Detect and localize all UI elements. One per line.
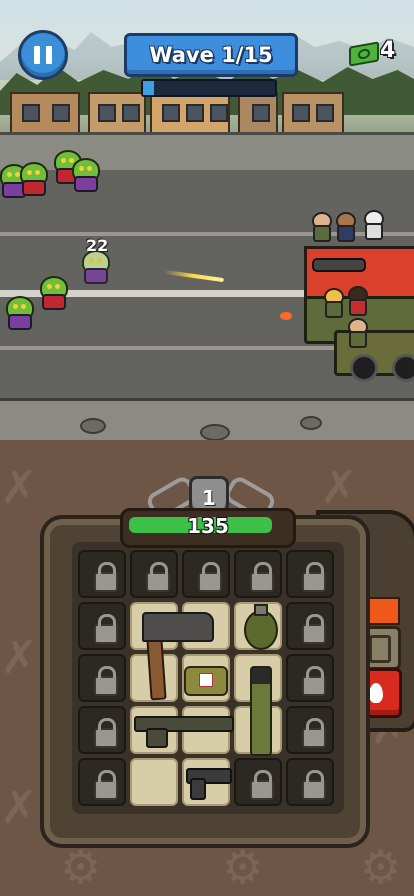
building: [10, 92, 80, 134]
wave-progress-bar: [141, 79, 277, 97]
building: [150, 92, 230, 134]
lock-icon: [302, 770, 326, 800]
zombie-enemy: [2, 296, 34, 330]
rock: [200, 424, 230, 440]
zombie-enemy: [68, 158, 100, 192]
inventory-slot[interactable]: [130, 758, 178, 806]
zombie-enemy: [36, 276, 68, 310]
axe-head: [142, 612, 214, 642]
locked-slot[interactable]: [286, 654, 334, 702]
gear-pattern-icon: ⚙: [360, 840, 402, 894]
locked-slot[interactable]: [286, 550, 334, 598]
wrench-pattern-icon: ✗: [0, 630, 39, 684]
lock-icon: [250, 562, 274, 592]
bus-stop: [282, 92, 344, 134]
rock: [300, 416, 322, 430]
soldier-ally: [362, 210, 384, 240]
gear-pattern-icon: ⚙: [222, 840, 264, 894]
locked-slot[interactable]: [234, 758, 282, 806]
wave-progress-fill: [143, 81, 154, 95]
wave-banner: Wave 1/15: [124, 33, 298, 77]
rocket-launcher-icon[interactable]: [250, 666, 272, 756]
fire-icon: [369, 683, 383, 703]
lock-icon: [94, 718, 118, 748]
lock-icon: [146, 562, 170, 592]
medical-cross-icon: [199, 673, 213, 687]
lock-icon: [94, 614, 118, 644]
damage-popup: 22: [86, 236, 109, 255]
rifle-grip: [146, 728, 168, 748]
building: [88, 92, 146, 134]
pause-button[interactable]: [18, 30, 68, 80]
locked-slot[interactable]: [234, 550, 282, 598]
wheel: [392, 354, 414, 382]
wrench-pattern-icon: ✗: [320, 460, 359, 514]
locked-slot[interactable]: [78, 654, 126, 702]
lock-icon: [302, 666, 326, 696]
lock-icon: [302, 614, 326, 644]
zombie-enemy: [16, 162, 48, 196]
locked-slot[interactable]: [130, 550, 178, 598]
soldier-ally: [346, 286, 368, 316]
lock-icon: [94, 562, 118, 592]
wrench-pattern-icon: ✗: [0, 460, 39, 514]
locked-slot[interactable]: [286, 758, 334, 806]
mounted-gun: [312, 258, 366, 272]
cash-count: 4: [380, 38, 396, 63]
rock: [80, 418, 106, 434]
grenade-pin: [254, 604, 268, 616]
lock-icon: [302, 562, 326, 592]
pause-icon-bar: [46, 46, 52, 64]
pistol-grip: [190, 778, 206, 800]
fuel-can-icon: [369, 635, 391, 663]
soldier-ally: [322, 288, 344, 318]
lock-icon: [94, 666, 118, 696]
lock-icon: [198, 562, 222, 592]
pause-icon: [34, 46, 40, 64]
locked-slot[interactable]: [286, 706, 334, 754]
lock-icon: [94, 770, 118, 800]
soldier-ally: [310, 212, 332, 242]
health-value: 135: [187, 514, 229, 538]
locked-slot[interactable]: [78, 550, 126, 598]
locked-slot[interactable]: [78, 758, 126, 806]
muzzle-flash: [280, 312, 292, 320]
lock-icon: [302, 718, 326, 748]
medkit-icon[interactable]: [184, 666, 228, 696]
locked-slot[interactable]: [78, 602, 126, 650]
grenade-icon[interactable]: [244, 610, 278, 650]
wrench-pattern-icon: ✗: [0, 780, 39, 834]
locked-slot[interactable]: [78, 706, 126, 754]
lock-icon: [250, 770, 274, 800]
soldier-ally: [346, 318, 368, 348]
locked-slot[interactable]: [182, 550, 230, 598]
building: [238, 92, 278, 134]
locked-slot[interactable]: [286, 602, 334, 650]
soldier-ally: [334, 212, 356, 242]
wheel: [350, 354, 378, 382]
gear-pattern-icon: ⚙: [60, 840, 102, 894]
